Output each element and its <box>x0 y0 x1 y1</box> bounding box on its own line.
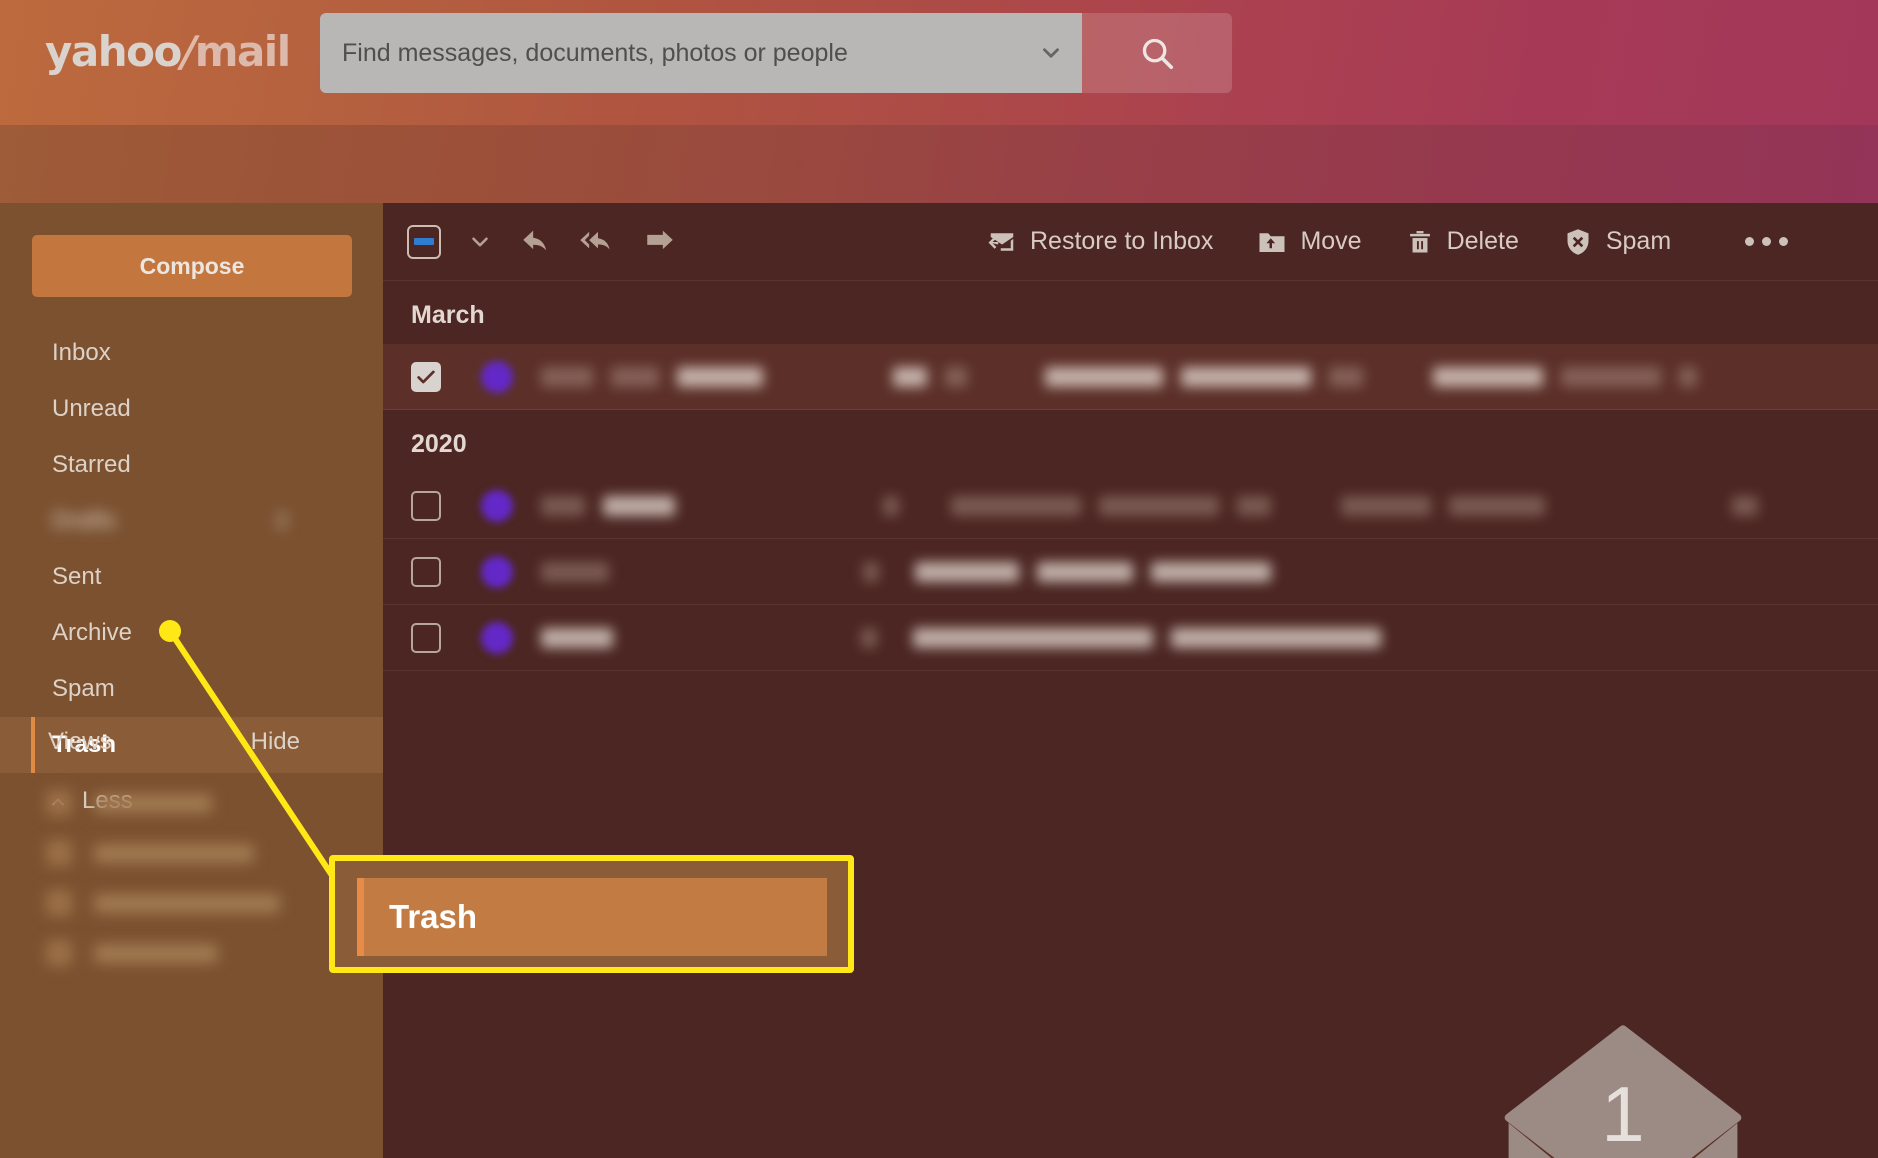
indeterminate-dash-icon <box>414 238 434 245</box>
row-checkbox[interactable] <box>411 556 441 587</box>
sidebar-item-badge: 2 <box>275 508 288 533</box>
sidebar-item-label: Unread <box>52 395 131 422</box>
app-header: yahoo/mail <box>0 0 1878 125</box>
sidebar-item-unread[interactable]: Unread <box>0 381 383 437</box>
toolbar-actions-group: Restore to Inbox Move Delete Spam <box>987 227 1789 257</box>
view-item-travel[interactable] <box>0 928 383 978</box>
search-input[interactable] <box>342 38 1030 68</box>
callout-label: Trash <box>389 898 478 935</box>
toolbar-action-label: Restore to Inbox <box>1030 227 1214 255</box>
reply-icon[interactable] <box>519 225 553 259</box>
restore-to-inbox-icon <box>988 232 1014 251</box>
yahoo-mail-logo[interactable]: yahoo/mail <box>45 27 291 76</box>
sidebar-item-label: Spam <box>52 675 115 702</box>
row-content <box>541 561 1271 582</box>
toolbar-action-label: Move <box>1300 227 1362 255</box>
sidebar-item-label: Starred <box>52 451 131 478</box>
views-hide-link[interactable]: Hide <box>251 728 300 756</box>
mail-group-date: 2020 <box>411 430 467 458</box>
table-row[interactable] <box>383 605 1878 671</box>
sidebar-item-starred[interactable]: Starred <box>0 437 383 493</box>
main-panel: Restore to Inbox Move Delete Spam March … <box>383 203 1878 1158</box>
sidebar-item-drafts[interactable]: Drafts 2 <box>0 493 383 549</box>
mail-list: March 2020 <box>383 281 1878 671</box>
sidebar-item-label: Sent <box>52 563 102 590</box>
spam-button[interactable]: Spam <box>1563 227 1671 257</box>
search-button[interactable] <box>1082 13 1232 93</box>
chevron-down-icon[interactable] <box>467 229 493 255</box>
sidebar-item-archive[interactable]: Archive <box>0 605 383 661</box>
sidebar-item-label: Archive <box>52 619 133 646</box>
sidebar-item-inbox[interactable]: Inbox <box>0 325 383 381</box>
ellipsis-dot <box>1762 237 1772 246</box>
sidebar-item-sent[interactable]: Sent <box>0 549 383 605</box>
select-all-checkbox[interactable] <box>407 224 441 259</box>
avatar <box>481 489 513 522</box>
table-row[interactable] <box>383 473 1878 539</box>
avatar <box>481 555 513 588</box>
toolbar-left-group <box>383 224 677 259</box>
callout-sidebar-item-trash[interactable]: Trash <box>357 878 827 956</box>
search-icon <box>1142 38 1174 70</box>
view-item-documents[interactable] <box>0 828 383 878</box>
photos-icon <box>46 790 72 816</box>
row-meta <box>1732 495 1758 516</box>
forward-icon[interactable] <box>643 225 677 259</box>
restore-to-inbox-button[interactable]: Restore to Inbox <box>987 227 1213 257</box>
row-content <box>541 366 1697 387</box>
row-checkbox[interactable] <box>411 490 441 521</box>
trash-icon <box>1409 230 1430 252</box>
reply-all-icon[interactable] <box>579 225 617 259</box>
view-item-label <box>94 843 254 863</box>
sidebar-item-label: Inbox <box>52 339 111 366</box>
logo-text-yahoo: yahoo <box>45 27 182 76</box>
sidebar-item-spam[interactable]: Spam <box>0 661 383 717</box>
envelope-count: 1 <box>1601 1070 1644 1158</box>
travel-icon <box>46 940 72 966</box>
view-item-label <box>94 943 218 963</box>
compose-button[interactable]: Compose <box>32 235 352 297</box>
table-row[interactable] <box>383 344 1878 410</box>
documents-icon <box>46 840 72 866</box>
view-item-photos[interactable] <box>0 778 383 828</box>
subscriptions-icon <box>46 890 72 916</box>
shield-x-icon <box>1567 228 1589 255</box>
chevron-down-icon[interactable] <box>1038 40 1064 66</box>
message-toolbar: Restore to Inbox Move Delete Spam <box>383 203 1878 281</box>
sidebar-item-label: Drafts <box>52 507 117 534</box>
view-item-label <box>94 893 280 913</box>
move-folder-icon <box>1259 232 1285 252</box>
search-field[interactable] <box>320 13 1082 93</box>
views-label: Views <box>48 728 112 755</box>
toolbar-action-label: Spam <box>1605 227 1672 255</box>
callout-box: Trash <box>329 855 854 973</box>
row-checkbox[interactable] <box>411 361 441 392</box>
toolbar-action-label: Delete <box>1446 227 1519 255</box>
ellipsis-icon[interactable] <box>1745 237 1789 246</box>
delete-button[interactable]: Delete <box>1406 227 1519 257</box>
avatar <box>481 360 513 393</box>
row-content <box>541 627 1381 648</box>
views-list <box>0 778 383 978</box>
row-content <box>541 495 1545 516</box>
row-checkbox[interactable] <box>411 622 441 653</box>
open-envelope-illustration: 1 <box>1504 1025 1742 1158</box>
view-item-subscriptions[interactable] <box>0 878 383 928</box>
table-row[interactable] <box>383 539 1878 605</box>
yahoo-mail-app: yahoo/mail Compose Inbox <box>0 0 1878 1158</box>
search-bar <box>320 13 1232 93</box>
ellipsis-dot <box>1745 237 1755 246</box>
mail-group-date: March <box>411 301 485 329</box>
logo-text-mail: mail <box>194 27 291 76</box>
sidebar: Compose Inbox Unread Starred Drafts 2 Se… <box>0 203 383 1158</box>
views-section-header: Views Hide <box>0 728 330 756</box>
view-item-label <box>94 793 212 813</box>
avatar <box>481 621 513 654</box>
header-secondary-band <box>0 125 1878 203</box>
checkmark-icon <box>417 370 435 383</box>
move-button[interactable]: Move <box>1257 227 1362 257</box>
ellipsis-dot <box>1779 237 1789 246</box>
